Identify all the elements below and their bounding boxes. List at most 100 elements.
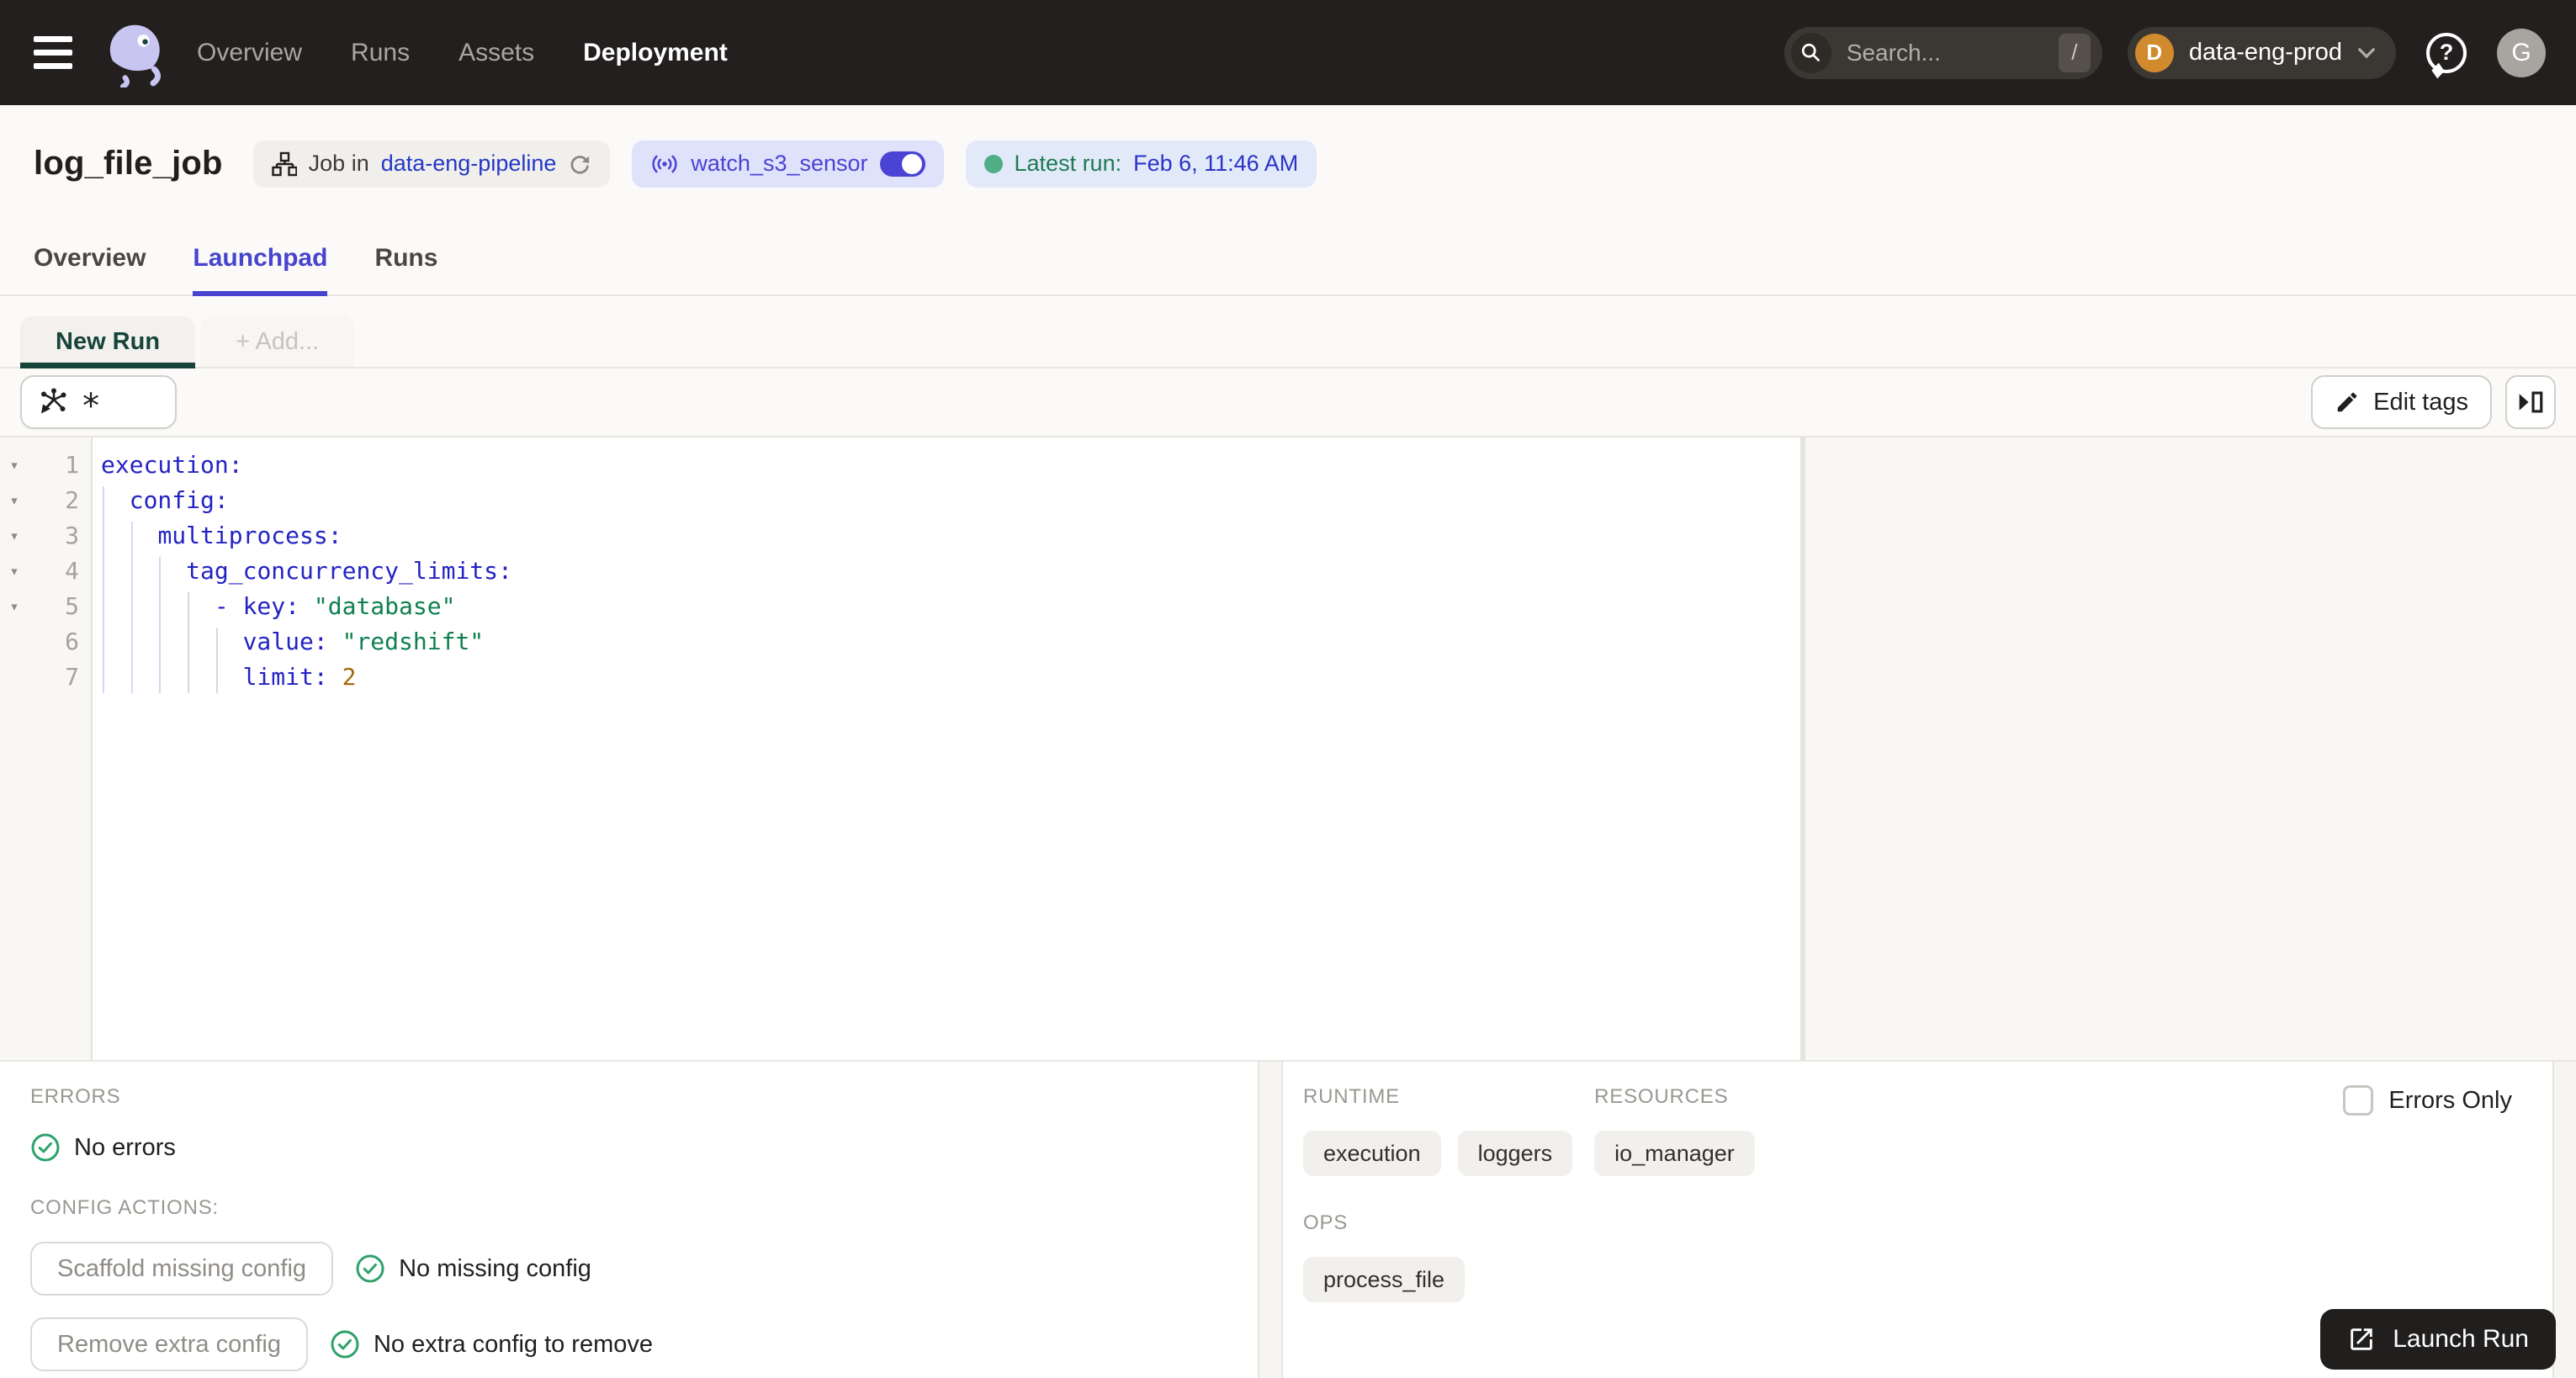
reload-icon[interactable] <box>568 152 591 176</box>
tab-runs[interactable]: Runs <box>374 222 437 294</box>
dagster-logo[interactable] <box>99 19 168 89</box>
latest-run-pill: Latest run: Feb 6, 11:46 AM <box>965 140 1317 188</box>
remove-extra-config-button[interactable]: Remove extra config <box>30 1317 308 1371</box>
editor-code-area[interactable]: execution: config: multiprocess: tag_con… <box>93 437 1800 1060</box>
chevron-down-icon <box>2357 47 2376 59</box>
line-number: 1 <box>65 451 79 479</box>
launch-icon <box>2347 1325 2376 1354</box>
job-origin-prefix: Job in <box>308 151 369 176</box>
tab-overview[interactable]: Overview <box>34 222 146 294</box>
code-line-2[interactable]: config: <box>101 483 1800 518</box>
config-tag-execution[interactable]: execution <box>1303 1131 1441 1176</box>
expand-panel-button[interactable] <box>2505 375 2556 429</box>
deployment-switcher[interactable]: D data-eng-prod <box>2127 26 2396 79</box>
config-section-resources: RESOURCES io_manager <box>1594 1085 1835 1176</box>
launchpad-main: ▾ 1 ▾ 2 ▾ 3 ▾ 4 ▾ 5 6 7 execution: config: multipro… <box>0 437 2576 1060</box>
launch-run-label: Launch Run <box>2393 1325 2529 1353</box>
config-tag-io_manager[interactable]: io_manager <box>1594 1131 1755 1176</box>
nav-item-overview[interactable]: Overview <box>197 39 302 67</box>
scrollbar-track[interactable] <box>2552 1062 2576 1378</box>
no-errors-text: No errors <box>74 1133 176 1161</box>
section-heading: RESOURCES <box>1594 1085 1729 1108</box>
section-heading: OPS <box>1303 1211 1349 1234</box>
job-graph-icon <box>271 151 297 176</box>
fold-toggle-icon[interactable]: ▾ <box>0 518 29 554</box>
errors-only-checkbox[interactable] <box>2343 1085 2374 1116</box>
menu-icon[interactable] <box>34 36 72 69</box>
page-title: log_file_job <box>34 145 223 182</box>
nav-item-assets[interactable]: Assets <box>458 39 534 67</box>
sensor-pill: watch_s3_sensor <box>632 140 944 188</box>
config-action-status: No extra config to remove <box>330 1329 653 1359</box>
tab-launchpad[interactable]: Launchpad <box>193 222 328 296</box>
config-actions-heading: CONFIG ACTIONS: <box>30 1196 220 1219</box>
line-number: 5 <box>65 592 79 620</box>
primary-nav: Overview Runs Assets Deployment <box>197 39 728 67</box>
config-tab-new-run[interactable]: New Run <box>20 316 196 368</box>
code-line-4[interactable]: tag_concurrency_limits: <box>101 554 1800 589</box>
config-sections-panel: RUNTIME execution loggers RESOURCES io_manag… <box>1283 1062 2576 1378</box>
help-button[interactable]: ? <box>2426 32 2467 73</box>
top-navbar: Overview Runs Assets Deployment Search... /… <box>0 0 2576 105</box>
config-section-runtime: RUNTIME execution loggers <box>1303 1085 1573 1176</box>
fold-toggle-icon[interactable]: ▾ <box>0 483 29 518</box>
line-number: 3 <box>65 522 79 549</box>
code-line-3[interactable]: multiprocess: <box>101 518 1800 554</box>
deployment-avatar: D <box>2134 33 2174 72</box>
launchpad-toolbar: * Edit tags <box>0 368 2576 437</box>
config-tag-process_file[interactable]: process_file <box>1303 1257 1466 1302</box>
fold-toggle-icon[interactable]: ▾ <box>0 448 29 483</box>
op-selection-input[interactable]: * <box>20 375 177 429</box>
line-number: 4 <box>65 557 79 585</box>
run-status-dot <box>983 154 1003 173</box>
errors-panel: ERRORS No errors CONFIG ACTIONS: Scaffol… <box>0 1062 1258 1378</box>
nav-item-deployment[interactable]: Deployment <box>583 39 728 67</box>
code-line-1[interactable]: execution: <box>101 448 1800 483</box>
config-action-status: No missing config <box>355 1253 591 1284</box>
launchpad-config-tabs: New Run + Add... <box>0 316 2576 368</box>
search-input[interactable]: Search... / <box>1784 26 2102 79</box>
check-circle-icon <box>30 1132 61 1163</box>
search-placeholder: Search... <box>1846 39 1941 66</box>
scaffold-missing-config-button[interactable]: Scaffold missing config <box>30 1242 334 1296</box>
errors-heading: ERRORS <box>30 1085 121 1108</box>
code-line-6[interactable]: value: "redshift" <box>101 624 1800 660</box>
launch-run-button[interactable]: Launch Run <box>2320 1309 2556 1370</box>
errors-only-toggle[interactable]: Errors Only <box>2343 1085 2512 1116</box>
config-editor[interactable]: ▾ 1 ▾ 2 ▾ 3 ▾ 4 ▾ 5 6 7 execution: config: multipro… <box>0 437 1800 1060</box>
latest-run-link[interactable]: Feb 6, 11:46 AM <box>1133 151 1298 177</box>
line-number: 6 <box>65 628 79 655</box>
expand-panel-icon <box>2519 391 2543 413</box>
help-icon: ? <box>2439 40 2454 65</box>
edit-tags-button[interactable]: Edit tags <box>2311 375 2492 429</box>
job-origin-pill: Job in data-eng-pipeline <box>252 140 611 188</box>
sensor-link[interactable]: watch_s3_sensor <box>691 151 867 177</box>
nav-item-runs[interactable]: Runs <box>351 39 410 67</box>
check-circle-icon <box>330 1329 360 1359</box>
fold-toggle-icon[interactable]: ▾ <box>0 589 29 624</box>
code-line-5[interactable]: - key: "database" <box>101 589 1800 624</box>
run-preview: ERRORS No errors CONFIG ACTIONS: Scaffol… <box>0 1060 2576 1378</box>
preview-panel-splitter[interactable] <box>1258 1062 1283 1378</box>
search-shortcut-key: / <box>2058 33 2091 72</box>
config-action-row: Scaffold missing config No missing config <box>30 1242 1258 1296</box>
search-icon <box>1790 32 1831 73</box>
op-selection-icon <box>41 388 66 414</box>
op-selection-value: * <box>81 387 102 426</box>
no-errors-status: No errors <box>30 1132 1258 1163</box>
sensor-toggle[interactable] <box>879 151 925 177</box>
config-tag-loggers[interactable]: loggers <box>1457 1131 1573 1176</box>
fold-toggle-icon[interactable]: ▾ <box>0 554 29 589</box>
check-circle-icon <box>355 1253 385 1284</box>
config-action-row: Remove extra config No extra config to re… <box>30 1317 1258 1371</box>
editor-gutter: ▾ 1 ▾ 2 ▾ 3 ▾ 4 ▾ 5 6 7 <box>0 437 93 1060</box>
user-avatar[interactable]: G <box>2497 28 2546 77</box>
deployment-name: data-eng-prod <box>2188 39 2342 66</box>
code-line-7[interactable]: limit: 2 <box>101 660 1800 695</box>
add-config-tab-button[interactable]: + Add... <box>200 316 355 367</box>
page-header: log_file_job Job in data-eng-pipeline wa… <box>0 105 2576 222</box>
config-schema-panel <box>1805 437 2576 1060</box>
section-heading: RUNTIME <box>1303 1085 1400 1108</box>
pipeline-link[interactable]: data-eng-pipeline <box>381 151 557 177</box>
edit-tags-label: Edit tags <box>2373 388 2468 416</box>
